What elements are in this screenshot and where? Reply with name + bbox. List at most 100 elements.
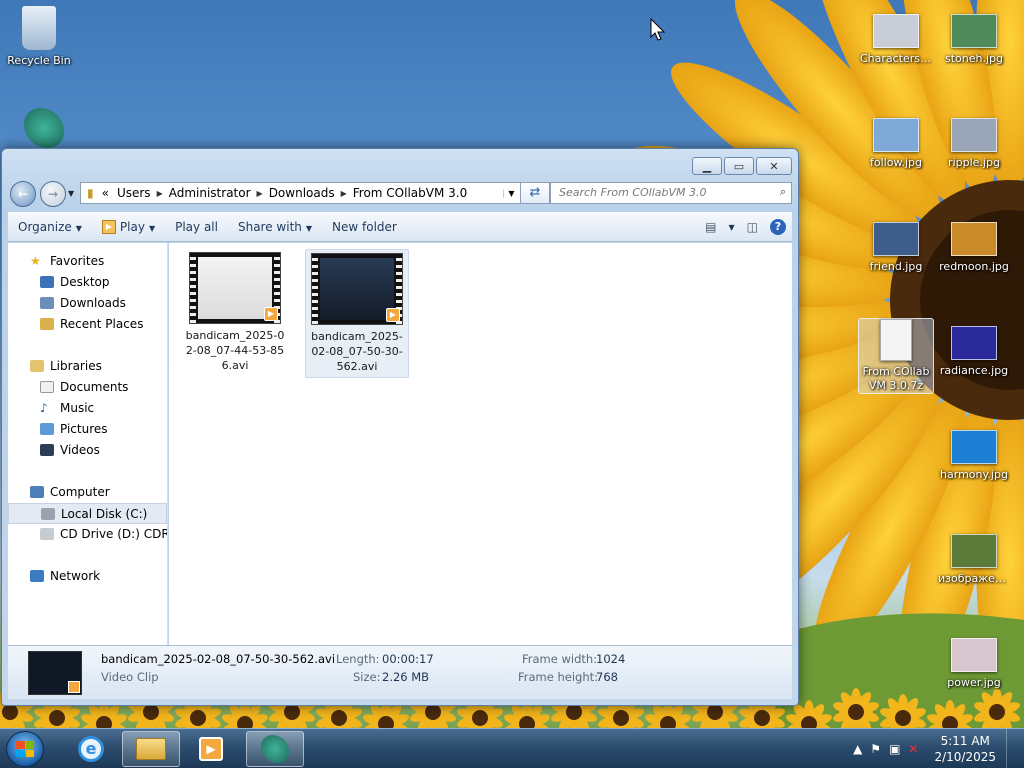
pictures-icon <box>40 423 54 435</box>
address-bar[interactable]: ▮ « Users ▶ Administrator ▶ Downloads ▶ … <box>80 182 550 204</box>
dragon-icon <box>261 735 289 763</box>
nav-libraries[interactable]: Libraries <box>8 356 167 377</box>
taskbar: e ▶ ▲ ⚑ ▣ ✕ 5:11 AM 2/10/2025 <box>0 728 1024 768</box>
file-name: bandicam_2025-02-08_07-44-53-856.avi <box>185 329 285 372</box>
dragon-icon <box>24 108 64 148</box>
show-hidden-icons-icon[interactable]: ▲ <box>853 742 862 756</box>
search-input[interactable]: Search From COllabVM 3.0 ⌕ <box>550 182 792 204</box>
desktop-icon-0[interactable]: Characters.... <box>858 14 934 66</box>
desktop-icon-3[interactable]: ripple.jpg <box>936 118 1012 170</box>
length-label: Length: <box>336 652 380 666</box>
nav-downloads[interactable]: Downloads <box>8 293 167 314</box>
desktop-icon-9[interactable]: изображен... <box>936 534 1012 586</box>
desktop-icon-5[interactable]: redmoon.jpg <box>936 222 1012 274</box>
nav-music[interactable]: ♪ Music <box>8 398 167 419</box>
share-with-button[interactable]: Share with ▼ <box>228 220 322 234</box>
nav-cd-drive-label: CD Drive (D:) CDROM <box>60 527 167 541</box>
breadcrumb-users[interactable]: Users <box>111 186 157 200</box>
size-value: 2.26 MB <box>382 670 430 684</box>
minimize-button[interactable]: ▁ <box>692 157 722 175</box>
desktop-icon-label: follow.jpg <box>870 156 922 169</box>
taskbar-media-player[interactable]: ▶ <box>182 731 240 767</box>
history-dropdown[interactable]: ▼ <box>68 189 74 198</box>
nav-computer[interactable]: Computer <box>8 482 167 503</box>
desktop-icon-1[interactable]: stoneh.jpg <box>936 14 1012 66</box>
desktop-icon-7[interactable]: radiance.jpg <box>936 326 1012 378</box>
media-player-icon: ▶ <box>199 737 223 761</box>
play-label: Play <box>119 219 145 234</box>
address-overflow[interactable]: « <box>100 186 111 200</box>
image-file-icon <box>873 14 919 48</box>
image-file-icon <box>951 14 997 48</box>
action-center-flag-icon[interactable]: ⚑ <box>870 742 881 756</box>
folder-icon <box>136 738 166 760</box>
nav-videos[interactable]: Videos <box>8 440 167 461</box>
details-type: Video Clip <box>101 670 159 684</box>
internet-explorer-icon: e <box>78 736 104 762</box>
desktop-icon-6[interactable]: From COllabVM 3.0.7z <box>858 318 934 394</box>
file-list[interactable]: ▶ bandicam_2025-02-08_07-44-53-856.avi ▶… <box>169 243 792 647</box>
video-thumbnail: ▶ <box>311 253 403 325</box>
taskbar-windows-explorer[interactable] <box>122 731 180 767</box>
libraries-icon <box>30 360 44 372</box>
breadcrumb-downloads[interactable]: Downloads <box>263 186 341 200</box>
show-desktop-button[interactable] <box>1006 729 1016 768</box>
nav-desktop[interactable]: Desktop <box>8 272 167 293</box>
preview-pane-icon[interactable]: ◫ <box>747 220 758 234</box>
details-filename: bandicam_2025-02-08_07-50-30-562.avi <box>101 652 336 666</box>
nav-pictures[interactable]: Pictures <box>8 419 167 440</box>
change-view-icon[interactable]: ▤ <box>705 220 716 234</box>
media-player-icon: ▶ <box>101 220 116 235</box>
view-options-dropdown-icon[interactable]: ▼ <box>729 223 735 232</box>
help-icon[interactable]: ? <box>770 219 786 235</box>
recycle-bin-icon <box>22 6 56 50</box>
desktop-icon-8[interactable]: harmony.jpg <box>936 430 1012 482</box>
start-button[interactable] <box>6 731 44 767</box>
taskbar-internet-explorer[interactable]: e <box>62 731 120 767</box>
mouse-cursor <box>650 18 666 41</box>
taskbar-collabvm[interactable] <box>246 731 304 767</box>
back-button[interactable]: ← <box>10 181 36 207</box>
desktop-icon-2[interactable]: follow.jpg <box>858 118 934 170</box>
documents-icon <box>40 381 54 393</box>
desktop-icon <box>40 276 54 288</box>
address-dropdown-icon[interactable]: ▼ <box>503 188 519 198</box>
nav-computer-label: Computer <box>50 485 110 499</box>
organize-button[interactable]: Organize ▼ <box>8 220 92 234</box>
nav-network-label: Network <box>50 569 101 583</box>
volume-muted-icon[interactable]: ✕ <box>908 742 918 756</box>
desktop-icon-label: power.jpg <box>947 676 1001 689</box>
details-pane: bandicam_2025-02-08_07-50-30-562.avi Vid… <box>8 645 792 699</box>
file-item[interactable]: ▶ bandicam_2025-02-08_07-44-53-856.avi <box>183 249 287 376</box>
new-folder-button[interactable]: New folder <box>322 220 407 234</box>
desktop-icon-4[interactable]: friend.jpg <box>858 222 934 274</box>
play-button[interactable]: ▶ Play ▼ <box>92 220 165 235</box>
desktop-icon-10[interactable]: power.jpg <box>936 638 1012 690</box>
recycle-bin[interactable]: Recycle Bin <box>1 6 77 68</box>
nav-local-disk[interactable]: Local Disk (C:) <box>8 503 167 524</box>
nav-favorites-label: Favorites <box>50 254 105 268</box>
windows-logo-icon <box>16 741 34 757</box>
image-file-icon <box>951 534 997 568</box>
image-file-icon <box>951 326 997 360</box>
maximize-button[interactable]: ▭ <box>724 157 754 175</box>
file-item-selected[interactable]: ▶ bandicam_2025-02-08_07-50-30-562.avi <box>305 249 409 378</box>
forward-button[interactable]: → <box>40 181 66 207</box>
nav-cd-drive[interactable]: CD Drive (D:) CDROM <box>8 524 167 545</box>
clock-time: 5:11 AM <box>940 734 990 748</box>
computer-icon <box>30 486 44 498</box>
search-icon[interactable]: ⌕ <box>780 185 786 199</box>
nav-documents[interactable]: Documents <box>8 377 167 398</box>
collabvm-shortcut[interactable] <box>6 108 82 152</box>
network-tray-icon[interactable]: ▣ <box>889 742 900 756</box>
breadcrumb-current-folder[interactable]: From COllabVM 3.0 <box>347 186 473 200</box>
clock[interactable]: 5:11 AM 2/10/2025 <box>934 733 996 765</box>
refresh-button[interactable]: ⇄ <box>520 182 550 204</box>
nav-desktop-label: Desktop <box>60 275 110 289</box>
breadcrumb-administrator[interactable]: Administrator <box>163 186 257 200</box>
play-all-button[interactable]: Play all <box>165 220 228 234</box>
close-button[interactable]: ✕ <box>756 157 792 175</box>
nav-network[interactable]: Network <box>8 566 167 587</box>
nav-favorites[interactable]: ★ Favorites <box>8 251 167 272</box>
nav-recent-places[interactable]: Recent Places <box>8 314 167 335</box>
